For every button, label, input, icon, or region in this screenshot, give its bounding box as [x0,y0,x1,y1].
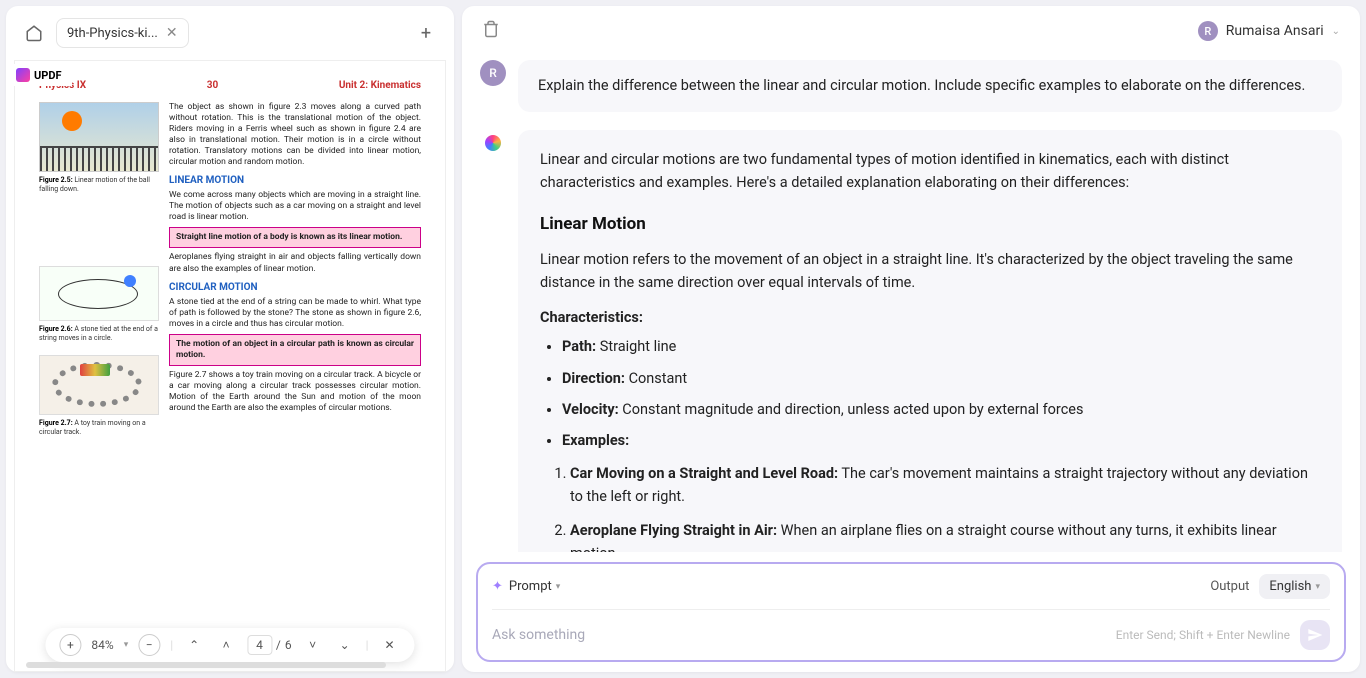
pdf-header: Physics IX 30 Unit 2: Kinematics [39,79,421,92]
prompt-selector[interactable]: Prompt ▾ [509,579,560,594]
total-pages: 6 [285,638,292,652]
pdf-text-column: The object as shown in figure 2.3 moves … [169,102,421,450]
list-item: Examples: [562,429,1320,452]
chat-input[interactable] [492,627,1116,643]
pdf-toolbar: + 84% ▾ − | ⌃ ˄ 4 / 6 ˅ ⌄ | ✕ [45,628,414,662]
ai-avatar [480,130,506,156]
last-page-button[interactable]: ⌄ [334,634,356,656]
chat-messages[interactable]: R Explain the difference between the lin… [462,56,1360,552]
home-button[interactable] [20,19,48,47]
chevron-down-icon: ▾ [1315,582,1320,592]
section-heading: Linear Motion [540,211,1320,238]
figure-2-6 [39,266,159,321]
zoom-in-button[interactable]: + [59,634,81,656]
language-selector[interactable]: English ▾ [1259,574,1330,599]
list-item: Path: Straight line [562,335,1320,358]
updf-label: UPDF [34,69,62,82]
spark-icon: ✦ [492,579,503,594]
pdf-page-num: 30 [207,79,218,92]
ai-message: Linear and circular motions are two fund… [518,130,1342,552]
list-item: Car Moving on a Straight and Level Road:… [570,462,1320,508]
next-page-button[interactable]: ˅ [302,634,324,656]
updf-logo-icon [16,68,30,82]
zoom-level: 84% [91,638,113,652]
list-item: Aeroplane Flying Straight in Air: When a… [570,519,1320,552]
chevron-down-icon: ▾ [556,582,561,592]
chat-panel: R Rumaisa Ansari ⌄ R Explain the differe… [462,6,1360,672]
page-indicator: 4 / 6 [247,635,291,655]
user-name: Rumaisa Ansari [1226,23,1324,39]
pdf-page: Physics IX 30 Unit 2: Kinematics Figure … [14,60,446,672]
pdf-unit: Unit 2: Kinematics [339,79,421,92]
horizontal-scrollbar[interactable] [26,662,406,672]
close-toolbar-button[interactable]: ✕ [379,634,401,656]
first-page-button[interactable]: ⌃ [183,634,205,656]
pdf-figures-column: Figure 2.5: Linear motion of the ball fa… [39,102,159,450]
output-label: Output [1210,579,1249,594]
pdf-panel: 9th-Physics-ki... ✕ + UPDF Physics IX 30… [6,6,454,672]
prompt-label: Prompt [509,579,552,594]
pdf-viewport[interactable]: Physics IX 30 Unit 2: Kinematics Figure … [6,60,454,672]
input-hint: Enter Send; Shift + Enter Newline [1116,628,1290,642]
user-message: Explain the difference between the linea… [518,60,1342,112]
user-message-row: R Explain the difference between the lin… [480,60,1342,112]
add-tab-button[interactable]: + [412,19,440,47]
chevron-down-icon: ⌄ [1332,26,1340,37]
current-page-input[interactable]: 4 [247,635,272,655]
output-settings: Output English ▾ [1210,574,1330,599]
zoom-chevron-icon[interactable]: ▾ [124,640,129,650]
chat-header: R Rumaisa Ansari ⌄ [462,6,1360,56]
characteristics-label: Characteristics: [540,306,1320,329]
input-box: ✦ Prompt ▾ Output English ▾ Enter Send; … [476,562,1346,662]
characteristics-list: Path: Straight line Direction: Constant … [562,335,1320,452]
language-value: English [1269,579,1311,594]
user-menu[interactable]: R Rumaisa Ansari ⌄ [1198,21,1340,41]
user-avatar: R [1198,21,1218,41]
figure-2-5 [39,102,159,172]
list-item: Direction: Constant [562,367,1320,390]
input-row: Enter Send; Shift + Enter Newline [492,609,1330,650]
ai-icon [485,135,501,151]
ai-message-row: Linear and circular motions are two fund… [480,130,1342,552]
tab-title: 9th-Physics-ki... [67,26,158,41]
zoom-out-button[interactable]: − [138,634,160,656]
examples-list: Car Moving on a Straight and Level Road:… [570,462,1320,552]
list-item: Velocity: Constant magnitude and directi… [562,398,1320,421]
send-icon [1307,627,1323,643]
tabs-bar: 9th-Physics-ki... ✕ + [6,6,454,60]
delete-button[interactable] [482,20,500,42]
document-tab[interactable]: 9th-Physics-ki... ✕ [56,18,189,48]
updf-watermark: UPDF [6,64,72,86]
close-icon[interactable]: ✕ [166,25,178,41]
input-area: ✦ Prompt ▾ Output English ▾ Enter Send; … [462,552,1360,672]
prev-page-button[interactable]: ˄ [215,634,237,656]
user-avatar: R [480,60,506,86]
ai-intro: Linear and circular motions are two fund… [540,148,1320,194]
figure-2-7 [39,355,159,415]
section-para: Linear motion refers to the movement of … [540,248,1320,294]
send-button[interactable] [1300,620,1330,650]
input-options: ✦ Prompt ▾ Output English ▾ [492,574,1330,609]
